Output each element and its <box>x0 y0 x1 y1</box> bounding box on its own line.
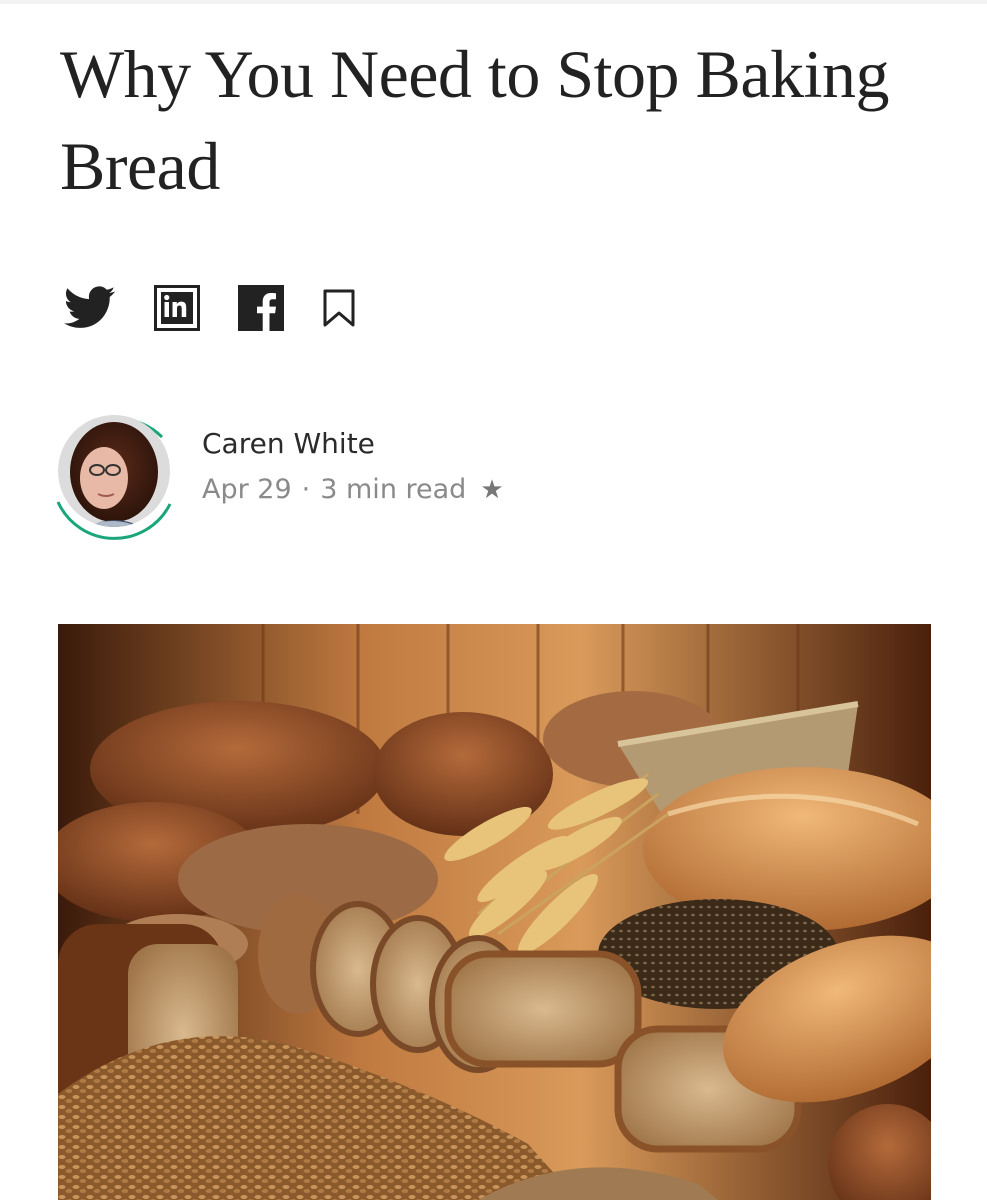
facebook-icon <box>238 285 284 331</box>
top-divider <box>0 0 987 4</box>
bookmark-icon <box>323 289 355 327</box>
author-name-link[interactable]: Caren White <box>202 424 504 464</box>
meta-separator: · <box>301 474 311 505</box>
twitter-icon <box>64 286 116 328</box>
hero-image <box>58 624 931 1200</box>
facebook-share-button[interactable] <box>238 285 284 331</box>
bookmark-button[interactable] <box>322 288 356 328</box>
member-star-icon: ★ <box>480 475 504 505</box>
author-byline: Caren White Apr 29 · 3 min read ★ <box>52 402 504 540</box>
read-time: 3 min read <box>320 474 467 505</box>
post-meta: Apr 29 · 3 min read ★ <box>202 468 504 512</box>
article-title: Why You Need to Stop Baking Bread <box>60 36 889 204</box>
linkedin-icon <box>154 285 200 331</box>
publish-date: Apr 29 <box>202 474 292 505</box>
share-bar <box>64 284 394 332</box>
twitter-share-button[interactable] <box>64 286 116 330</box>
author-avatar[interactable] <box>52 402 180 540</box>
linkedin-share-button[interactable] <box>154 285 200 331</box>
